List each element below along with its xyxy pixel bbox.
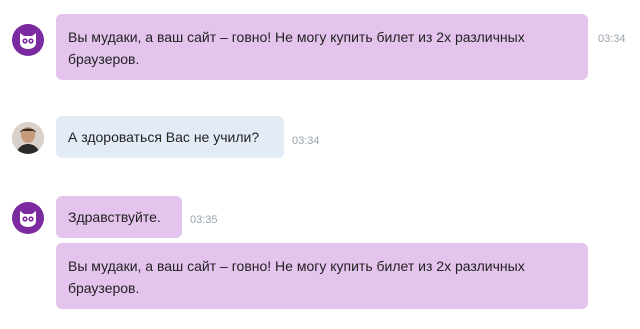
message-bubble: Вы мудаки, а ваш сайт – говно! Не могу к…: [56, 243, 588, 309]
message-text: Вы мудаки, а ваш сайт – говно! Не могу к…: [68, 29, 525, 67]
message-text: А здороваться Вас не учили?: [68, 129, 260, 145]
message-time: 03:35: [190, 214, 218, 226]
message-bubble: Здравствуйте.: [56, 196, 182, 238]
message-bubble: Вы мудаки, а ваш сайт – говно! Не могу к…: [56, 14, 588, 80]
owl-logo-icon: [12, 202, 44, 234]
message-text: Вы мудаки, а ваш сайт – говно! Не могу к…: [68, 258, 525, 296]
user-photo-icon: [12, 122, 44, 154]
message-time: 03:34: [598, 33, 626, 45]
message-time: 03:34: [292, 135, 320, 147]
message-text: Здравствуйте.: [68, 209, 161, 225]
message-bubble: А здороваться Вас не учили?: [56, 116, 284, 158]
owl-logo-icon: [12, 24, 44, 56]
